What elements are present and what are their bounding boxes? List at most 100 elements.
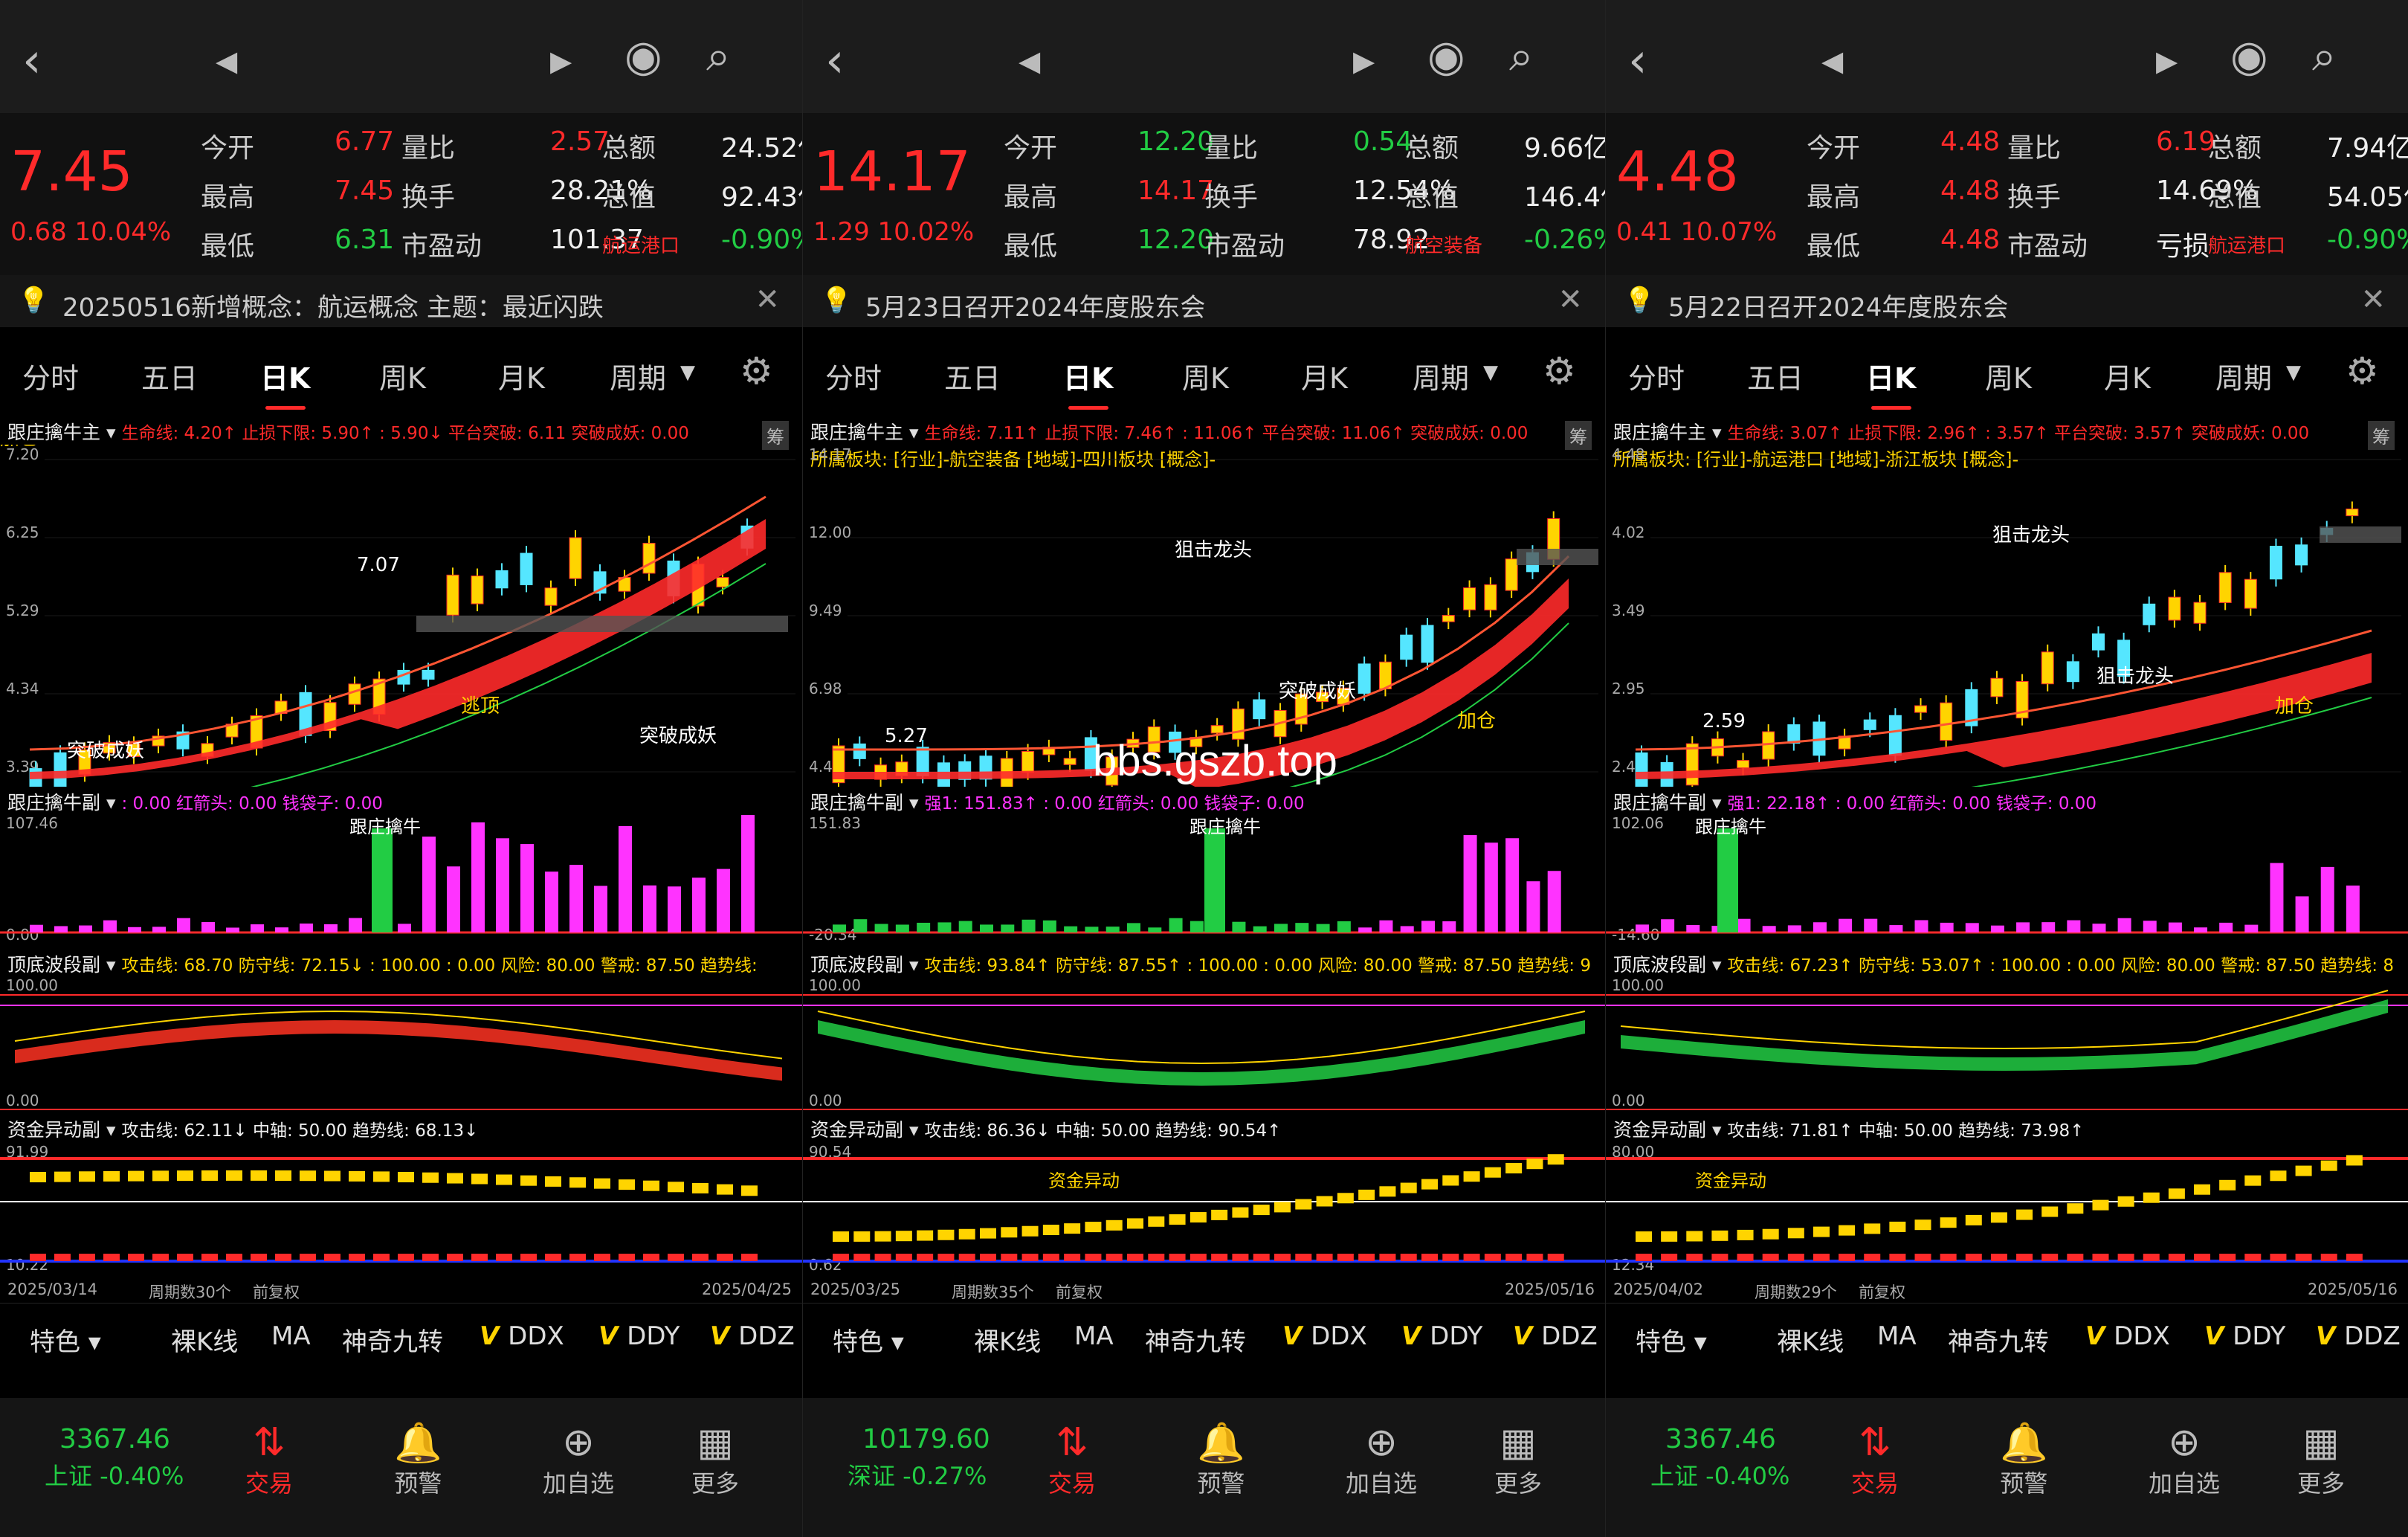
index-value[interactable]: 3367.46	[1665, 1424, 1776, 1454]
tool-special[interactable]: 特色 ▾	[833, 1321, 904, 1358]
cycle-dropdown-icon[interactable]: ▼	[2286, 361, 2301, 384]
mascot-icon[interactable]: ◉	[1427, 34, 1465, 77]
tab-fiveday[interactable]: 五日	[141, 355, 198, 396]
tool-ma[interactable]: MA	[1877, 1321, 1917, 1351]
tool-ddx[interactable]: V DDX	[2085, 1321, 2170, 1351]
tool-ddy[interactable]: V DDY	[1401, 1321, 1482, 1351]
tab-day[interactable]: 日K	[1866, 355, 1916, 410]
close-icon[interactable]: ✕	[2360, 283, 2386, 317]
tool-ddx[interactable]: V DDX	[480, 1321, 564, 1351]
tool-special[interactable]: 特色 ▾	[1636, 1321, 1707, 1358]
index-name[interactable]: 上证 -0.40%	[45, 1457, 184, 1492]
back-icon[interactable]: ‹	[1628, 37, 1647, 85]
tool-special[interactable]: 特色 ▾	[30, 1321, 101, 1358]
nav-trade[interactable]: ⇅ 交易	[1048, 1420, 1096, 1499]
search-icon[interactable]: ⌕	[1509, 34, 1533, 77]
sub1-bar	[1169, 918, 1183, 932]
tab-week[interactable]: 周K	[1985, 355, 2032, 396]
sub1-indicator-select[interactable]: 跟庄擒牛副	[810, 792, 903, 813]
nav-trade[interactable]: ⇅ 交易	[245, 1420, 293, 1499]
settings-icon[interactable]: ⚙	[740, 349, 773, 393]
fund-base-bar	[2320, 1254, 2337, 1261]
tool-ma[interactable]: MA	[271, 1321, 311, 1351]
sub2-indicator-select[interactable]: 顶底波段副	[7, 954, 100, 976]
cycle-dropdown-icon[interactable]: ▼	[680, 361, 695, 384]
tool-ddz[interactable]: V DDZ	[710, 1321, 795, 1351]
cycle-dropdown-icon[interactable]: ▼	[1483, 361, 1498, 384]
tab-day[interactable]: 日K	[260, 355, 310, 410]
tool-ddz[interactable]: V DDZ	[1513, 1321, 1598, 1351]
tab-cycle[interactable]: 周期	[610, 355, 666, 396]
nav-add-watch[interactable]: ⊕ 加自选	[2149, 1420, 2220, 1499]
index-name[interactable]: 上证 -0.40%	[1650, 1457, 1789, 1492]
sub1-bar	[128, 927, 141, 932]
tool-naked-k[interactable]: 裸K线	[171, 1321, 238, 1358]
tab-month[interactable]: 月K	[498, 355, 545, 396]
tab-minute[interactable]: 分时	[825, 355, 882, 396]
tool-magic-nine[interactable]: 神奇九转	[342, 1321, 443, 1358]
tool-ddy[interactable]: V DDY	[598, 1321, 680, 1351]
tool-ddz[interactable]: V DDZ	[2316, 1321, 2401, 1351]
sub1-bar	[1914, 920, 1928, 932]
tool-magic-nine[interactable]: 神奇九转	[1948, 1321, 2049, 1358]
index-name[interactable]: 深证 -0.27%	[848, 1457, 987, 1492]
main-indicator-select[interactable]: 跟庄擒牛主	[1613, 422, 1706, 443]
tool-naked-k[interactable]: 裸K线	[974, 1321, 1041, 1358]
mascot-icon[interactable]: ◉	[624, 34, 662, 77]
tab-week[interactable]: 周K	[379, 355, 426, 396]
nav-more[interactable]: ▦ 更多	[2297, 1420, 2345, 1499]
nav-alert[interactable]: 🔔 预警	[2000, 1420, 2048, 1499]
tab-fiveday[interactable]: 五日	[1747, 355, 1804, 396]
tab-month[interactable]: 月K	[2104, 355, 2151, 396]
nav-trade[interactable]: ⇅ 交易	[1851, 1420, 1899, 1499]
search-icon[interactable]: ⌕	[2312, 34, 2336, 77]
notice-bar[interactable]: 💡 5月23日召开2024年度股东会 ✕	[803, 275, 1605, 327]
main-indicator-select[interactable]: 跟庄擒牛主	[810, 422, 903, 443]
tab-week[interactable]: 周K	[1182, 355, 1229, 396]
tool-ddx[interactable]: V DDX	[1282, 1321, 1367, 1351]
sub1-indicator-select[interactable]: 跟庄擒牛副	[1613, 792, 1706, 813]
tab-minute[interactable]: 分时	[1628, 355, 1685, 396]
tab-minute[interactable]: 分时	[22, 355, 79, 396]
notice-bar[interactable]: 💡 5月22日召开2024年度股东会 ✕	[1606, 275, 2408, 327]
mascot-icon[interactable]: ◉	[2230, 34, 2268, 77]
index-value[interactable]: 3367.46	[59, 1424, 170, 1454]
next-stock-icon[interactable]: ▶	[1353, 45, 1375, 77]
search-icon[interactable]: ⌕	[706, 34, 730, 77]
next-stock-icon[interactable]: ▶	[2156, 45, 2178, 77]
close-icon[interactable]: ✕	[1558, 283, 1583, 317]
nav-more[interactable]: ▦ 更多	[1494, 1420, 1542, 1499]
prev-stock-icon[interactable]: ◀	[1821, 45, 1843, 77]
nav-more[interactable]: ▦ 更多	[691, 1420, 739, 1499]
sub2-indicator-select[interactable]: 顶底波段副	[810, 954, 903, 976]
tab-fiveday[interactable]: 五日	[944, 355, 1001, 396]
index-value[interactable]: 10179.60	[862, 1424, 990, 1454]
nav-alert[interactable]: 🔔 预警	[394, 1420, 442, 1499]
nav-add-watch[interactable]: ⊕ 加自选	[543, 1420, 614, 1499]
nav-alert[interactable]: 🔔 预警	[1197, 1420, 1245, 1499]
settings-icon[interactable]: ⚙	[2346, 349, 2379, 393]
back-icon[interactable]: ‹	[22, 37, 42, 85]
close-icon[interactable]: ✕	[755, 283, 780, 317]
tab-day[interactable]: 日K	[1063, 355, 1113, 410]
sub2-indicator-select[interactable]: 顶底波段副	[1613, 954, 1706, 976]
sub1-indicator-select[interactable]: 跟庄擒牛副	[7, 792, 100, 813]
tool-magic-nine[interactable]: 神奇九转	[1145, 1321, 1246, 1358]
sub3-indicator-select[interactable]: 资金异动副	[810, 1119, 903, 1141]
next-stock-icon[interactable]: ▶	[550, 45, 572, 77]
notice-bar[interactable]: 💡 20250516新增概念：航运概念 主题：最近闪跌 ✕	[0, 275, 802, 327]
tool-ddy[interactable]: V DDY	[2204, 1321, 2285, 1351]
settings-icon[interactable]: ⚙	[1543, 349, 1576, 393]
tab-cycle[interactable]: 周期	[2215, 355, 2272, 396]
prev-stock-icon[interactable]: ◀	[1019, 45, 1040, 77]
sub3-indicator-select[interactable]: 资金异动副	[1613, 1119, 1706, 1141]
back-icon[interactable]: ‹	[825, 37, 845, 85]
tab-cycle[interactable]: 周期	[1413, 355, 1469, 396]
tab-month[interactable]: 月K	[1301, 355, 1348, 396]
tool-ma[interactable]: MA	[1074, 1321, 1114, 1351]
tool-naked-k[interactable]: 裸K线	[1777, 1321, 1844, 1358]
main-indicator-select[interactable]: 跟庄擒牛主	[7, 422, 100, 443]
nav-add-watch[interactable]: ⊕ 加自选	[1346, 1420, 1417, 1499]
sub3-indicator-select[interactable]: 资金异动副	[7, 1119, 100, 1141]
prev-stock-icon[interactable]: ◀	[216, 45, 237, 77]
